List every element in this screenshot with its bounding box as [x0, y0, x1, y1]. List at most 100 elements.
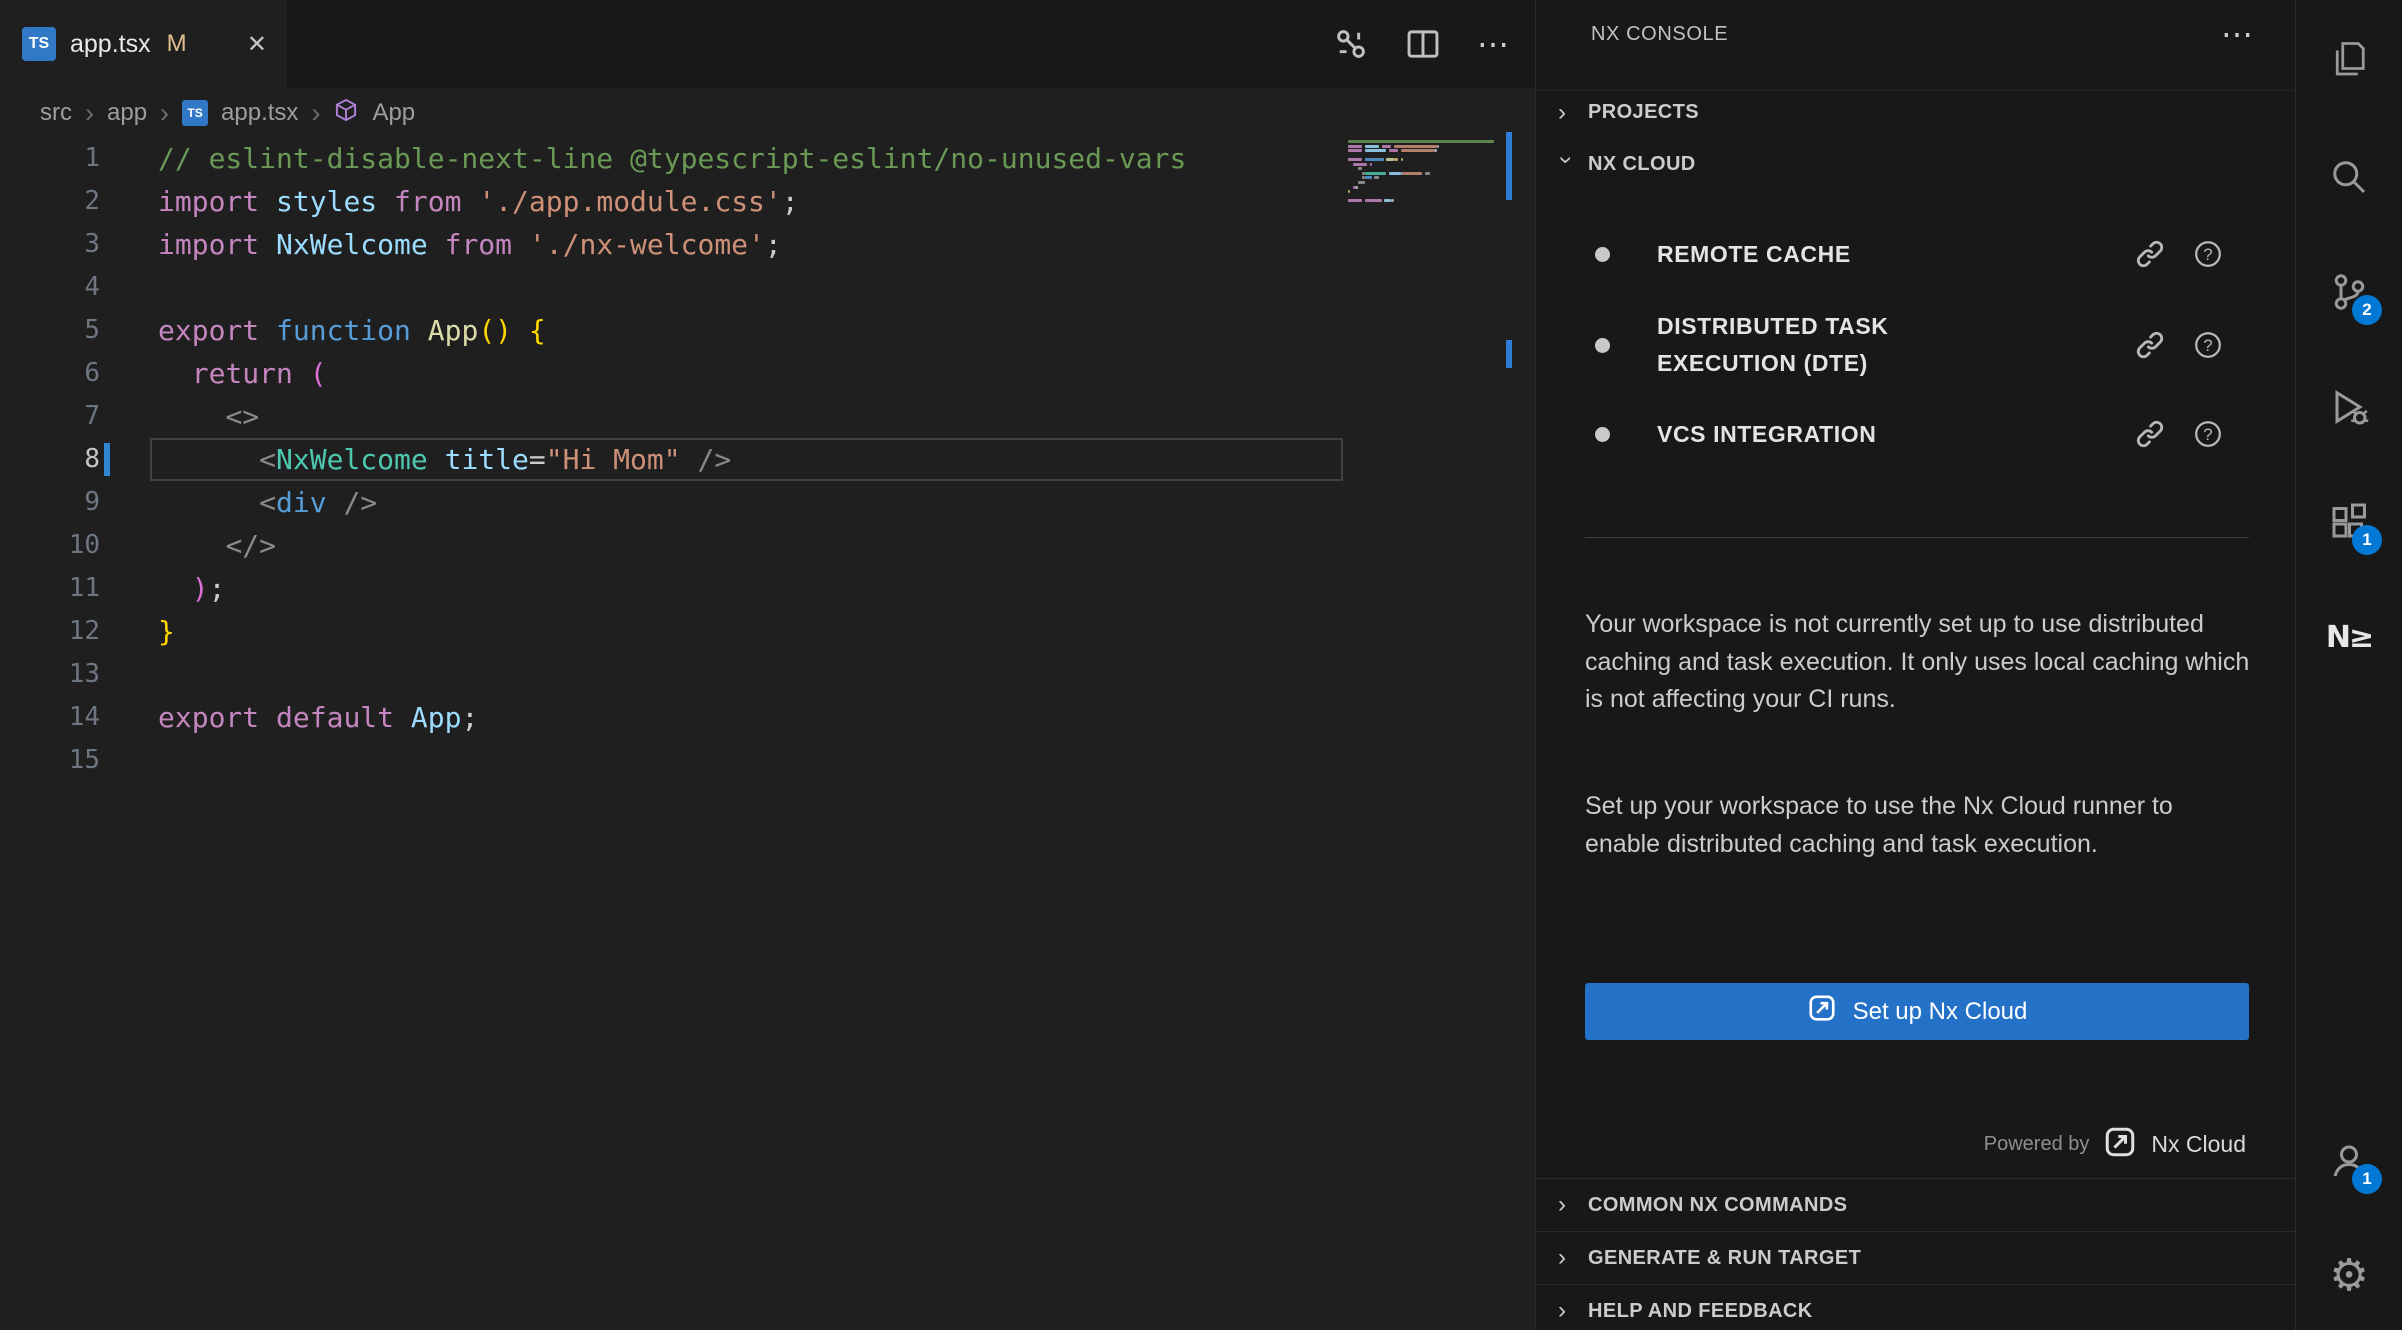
settings-gear-icon[interactable]: ⚙	[2316, 1243, 2382, 1309]
nx-console-icon[interactable]: N≥	[2316, 604, 2382, 670]
code-line-5[interactable]: 5export function App() {	[0, 309, 1535, 352]
code-line-13[interactable]: 13	[0, 653, 1535, 696]
line-number: 3	[0, 223, 100, 266]
breadcrumb-file[interactable]: app.tsx	[221, 99, 298, 127]
code-line-3[interactable]: 3 import NxWelcome from './nx-welcome';	[0, 223, 1535, 266]
line-number: 15	[0, 739, 100, 782]
line-number: 14	[0, 696, 100, 739]
source-control-icon[interactable]: 2	[2316, 259, 2382, 325]
code-line-14[interactable]: 14export default App;	[0, 696, 1535, 739]
help-icon[interactable]: ?	[2193, 330, 2223, 360]
connect-icon[interactable]	[2135, 330, 2165, 360]
nx-logo: N≥	[2326, 620, 2372, 655]
status-dot	[1595, 247, 1610, 262]
section-label: COMMON NX COMMANDS	[1588, 1194, 1847, 1217]
activity-bar: 2 1 N≥ 1 ⚙	[2295, 0, 2402, 1330]
breadcrumb: src › app › TS app.tsx › App	[0, 88, 415, 138]
code-line-15[interactable]: 15	[0, 739, 1535, 782]
close-tab-icon[interactable]: ✕	[247, 30, 267, 59]
section-label: HELP AND FEEDBACK	[1588, 1300, 1813, 1323]
chevron-down-icon: ›	[1552, 156, 1580, 172]
svg-text:?: ?	[2203, 245, 2212, 264]
help-icon[interactable]: ?	[2193, 419, 2223, 449]
symbol-cube-icon	[333, 97, 359, 130]
code-line-11[interactable]: 11 );	[0, 567, 1535, 610]
split-editor-icon[interactable]	[1405, 26, 1441, 62]
feature-label: REMOTE CACHE	[1657, 236, 1967, 273]
code-line-8[interactable]: 8 <NxWelcome title="Hi Mom" />	[0, 438, 1535, 481]
line-number: 8	[0, 438, 100, 481]
code-line-9[interactable]: 9 <div />	[0, 481, 1535, 524]
panel-more-actions-icon[interactable]: ⋯	[2221, 18, 2253, 50]
account-icon[interactable]: 1	[2316, 1128, 2382, 1194]
code-editor[interactable]: 1// eslint-disable-next-line @typescript…	[0, 137, 1535, 782]
editor-actions: ⋯	[1333, 0, 1509, 88]
scm-changes-badge: 2	[2352, 295, 2382, 325]
setup-button-label: Set up Nx Cloud	[1853, 998, 2028, 1026]
breadcrumb-src[interactable]: src	[40, 99, 72, 127]
code-text: );	[158, 567, 225, 610]
nx-cloud-logo-icon	[2103, 1125, 2137, 1164]
tab-bar: TS app.tsx M ✕ ⋯	[0, 0, 1535, 88]
code-line-12[interactable]: 12}	[0, 610, 1535, 653]
more-actions-icon[interactable]: ⋯	[1477, 28, 1509, 60]
code-text: <NxWelcome title="Hi Mom" />	[158, 438, 731, 481]
connect-icon[interactable]	[2135, 239, 2165, 269]
feature-label: VCS INTEGRATION	[1657, 416, 1967, 453]
chevron-right-icon: ›	[85, 98, 94, 129]
workspace-status-text: Your workspace is not currently set up t…	[1585, 606, 2253, 719]
setup-nx-cloud-button[interactable]: Set up Nx Cloud	[1585, 983, 2249, 1040]
chevron-right-icon: ›	[1558, 1244, 1574, 1272]
open-changes-icon[interactable]	[1333, 26, 1369, 62]
code-line-10[interactable]: 10 </>	[0, 524, 1535, 567]
tab-app-tsx[interactable]: TS app.tsx M ✕	[0, 0, 286, 88]
line-number: 9	[0, 481, 100, 524]
powered-by-row: Powered by Nx Cloud	[1984, 1118, 2246, 1170]
section-label: GENERATE & RUN TARGET	[1588, 1247, 1861, 1270]
code-line-6[interactable]: 6 return (	[0, 352, 1535, 395]
code-text: <div />	[158, 481, 377, 524]
feature-label: DISTRIBUTED TASK EXECUTION (DTE)	[1657, 308, 1967, 382]
connect-icon[interactable]	[2135, 419, 2165, 449]
section-generate-run-target[interactable]: › GENERATE & RUN TARGET	[1536, 1231, 2295, 1284]
section-projects[interactable]: › PROJECTS	[1536, 90, 2295, 134]
extensions-badge: 1	[2352, 525, 2382, 555]
powered-by-label: Powered by	[1984, 1133, 2090, 1156]
code-text: export function App() {	[158, 309, 546, 352]
code-text: }	[158, 610, 175, 653]
chevron-right-icon: ›	[311, 98, 320, 129]
section-help-and-feedback[interactable]: › HELP AND FEEDBACK	[1536, 1284, 2295, 1330]
breadcrumb-symbol[interactable]: App	[372, 99, 415, 127]
section-common-nx-commands[interactable]: › COMMON NX COMMANDS	[1536, 1178, 2295, 1231]
svg-text:?: ?	[2203, 336, 2212, 355]
line-number: 1	[0, 137, 100, 180]
section-label: PROJECTS	[1588, 101, 1699, 124]
status-dot	[1595, 427, 1610, 442]
breadcrumb-app[interactable]: app	[107, 99, 147, 127]
line-number: 6	[0, 352, 100, 395]
section-label: NX CLOUD	[1588, 153, 1696, 176]
search-icon[interactable]	[2316, 144, 2382, 210]
code-text: </>	[158, 524, 276, 567]
code-line-1[interactable]: 1// eslint-disable-next-line @typescript…	[0, 137, 1535, 180]
code-text: return (	[158, 352, 327, 395]
code-line-4[interactable]: 4	[0, 266, 1535, 309]
minimap[interactable]	[1348, 140, 1502, 220]
code-line-2[interactable]: 2import styles from './app.module.css';	[0, 180, 1535, 223]
account-badge: 1	[2352, 1164, 2382, 1194]
nx-cloud-brand-label: Nx Cloud	[2151, 1131, 2246, 1158]
nx-cloud-logo-icon	[1807, 993, 1837, 1030]
gear-glyph: ⚙	[2329, 1254, 2368, 1298]
run-debug-icon[interactable]	[2316, 374, 2382, 440]
chevron-right-icon: ›	[160, 98, 169, 129]
line-number: 13	[0, 653, 100, 696]
help-icon[interactable]: ?	[2193, 239, 2223, 269]
divider	[1585, 537, 2249, 538]
code-line-7[interactable]: 7 <>	[0, 395, 1535, 438]
code-text: import NxWelcome from './nx-welcome';	[158, 223, 782, 266]
extensions-icon[interactable]: 1	[2316, 489, 2382, 555]
chevron-right-icon: ›	[1558, 99, 1574, 127]
line-number: 12	[0, 610, 100, 653]
explorer-icon[interactable]	[2316, 26, 2382, 92]
section-nx-cloud[interactable]: › NX CLOUD	[1536, 142, 2295, 186]
